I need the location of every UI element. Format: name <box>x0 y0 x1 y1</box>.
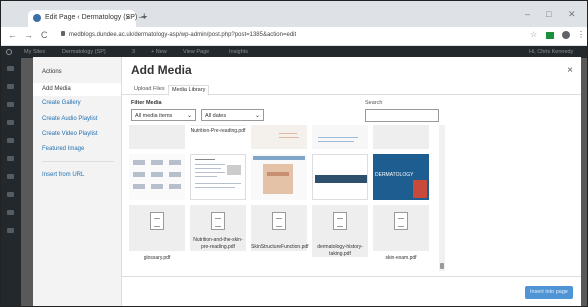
media-modal-sidebar: Actions Add Media Create Gallery Create … <box>33 57 122 306</box>
admin-my-sites[interactable]: My Sites <box>24 49 45 55</box>
menu-create-audio-playlist[interactable]: Create Audio Playlist <box>42 116 97 122</box>
chevron-down-icon: ⌄ <box>186 113 192 119</box>
attachment-thumb[interactable] <box>373 125 429 149</box>
browser-toolbar: ← → C medblogs.dundee.ac.uk/dermatology-… <box>1 27 587 46</box>
admin-site-name[interactable]: Dermatology (SP) <box>62 49 106 55</box>
menu-media-icon[interactable] <box>7 102 14 107</box>
menu-pages-icon[interactable] <box>7 120 14 125</box>
attachment-thumb[interactable] <box>129 154 185 200</box>
admin-view-page[interactable]: View Page <box>183 49 209 55</box>
attachment-filename: glossary.pdf <box>143 255 171 261</box>
browser-menu-icon[interactable]: ⋮ <box>577 30 585 39</box>
screen: Edit Page ‹ Dermatology (SP) — × + – □ ✕… <box>0 0 588 307</box>
admin-howdy[interactable]: Hi, Chris Kennedy <box>529 49 573 55</box>
media-type-filter[interactable]: All media items ⌄ <box>131 109 196 121</box>
media-search-input[interactable] <box>365 109 439 122</box>
menu-add-media[interactable]: Add Media <box>33 83 121 96</box>
extension-icon[interactable] <box>546 32 554 39</box>
menu-comments-icon[interactable] <box>7 138 14 143</box>
menu-create-gallery[interactable]: Create Gallery <box>42 100 81 106</box>
modal-title: Add Media <box>131 63 192 77</box>
attachment-pdf[interactable] <box>373 205 429 251</box>
tab-media-library[interactable]: Media Library <box>168 85 210 96</box>
reload-icon[interactable]: C <box>41 30 48 40</box>
menu-users-icon[interactable] <box>7 192 14 197</box>
menu-plugins-icon[interactable] <box>7 174 14 179</box>
menu-create-video-playlist[interactable]: Create Video Playlist <box>42 131 98 137</box>
menu-dashboard-icon[interactable] <box>7 66 14 71</box>
browser-tabbar: Edit Page ‹ Dermatology (SP) — × + – □ ✕ <box>1 1 587 27</box>
attachment-thumb[interactable] <box>312 154 368 200</box>
modal-close-icon[interactable]: × <box>567 65 573 76</box>
back-icon[interactable]: ← <box>8 30 17 40</box>
admin-new[interactable]: + New <box>151 49 167 55</box>
address-bar[interactable]: medblogs.dundee.ac.uk/dermatology-asp/wp… <box>61 31 296 38</box>
attachment-filename: dermatology-history-taking.pdf <box>312 244 368 257</box>
search-label: Search <box>365 100 383 106</box>
minimize-icon[interactable]: – <box>525 9 530 19</box>
bookmark-star-icon[interactable]: ☆ <box>530 30 537 39</box>
wp-admin-side-menu <box>1 58 21 306</box>
media-modal-toolbar: Insert into page <box>122 276 581 306</box>
media-type-value: All media items <box>135 113 173 119</box>
tab-upload-files[interactable]: Upload Files <box>131 85 168 96</box>
attachment-filename: Nutrition-and-the-skin-pre-reading.pdf <box>190 237 246 250</box>
window-close-icon[interactable]: ✕ <box>568 9 576 20</box>
lock-icon <box>61 31 65 36</box>
menu-appearance-icon[interactable] <box>7 156 14 161</box>
thumb-image <box>413 180 427 198</box>
actions-heading: Actions <box>42 69 62 75</box>
menu-posts-icon[interactable] <box>7 84 14 89</box>
browser-tab[interactable]: Edit Page ‹ Dermatology (SP) — × <box>28 10 146 27</box>
new-tab-button[interactable]: + <box>141 11 147 23</box>
attachment-thumb[interactable] <box>251 125 307 149</box>
menu-tools-icon[interactable] <box>7 210 14 215</box>
admin-comments[interactable]: 3 <box>132 49 135 55</box>
filter-media-label: Filter Media <box>131 100 162 106</box>
forward-icon[interactable]: → <box>24 30 33 40</box>
document-icon <box>394 212 408 230</box>
attachment-pdf[interactable]: Nutrition-Pre-reading.pdf <box>190 125 246 149</box>
insert-into-page-button[interactable]: Insert into page <box>525 286 573 299</box>
tab-close-icon[interactable]: × <box>125 13 130 22</box>
menu-featured-image[interactable]: Featured Image <box>42 146 84 152</box>
attachment-thumb[interactable] <box>129 125 185 149</box>
document-icon <box>150 212 164 230</box>
attachment-thumb[interactable] <box>190 154 246 200</box>
profile-avatar-icon[interactable] <box>562 31 570 39</box>
menu-insert-from-url[interactable]: Insert from URL <box>42 172 84 178</box>
attachment-pdf[interactable] <box>129 205 185 251</box>
attachment-thumb[interactable]: DERMATOLOGY <box>373 154 429 200</box>
attachments-scrollbar[interactable] <box>439 125 445 271</box>
attachment-filename: SkinStructureFunction.pdf <box>251 244 309 251</box>
url-text: medblogs.dundee.ac.uk/dermatology-asp/wp… <box>69 32 297 38</box>
attachment-filename: Nutrition-Pre-reading.pdf <box>190 126 246 149</box>
document-icon <box>333 212 347 230</box>
admin-insights[interactable]: Insights <box>229 49 248 55</box>
maximize-icon[interactable]: □ <box>546 9 551 19</box>
document-icon <box>211 212 225 230</box>
date-filter-value: All dates <box>205 113 227 119</box>
media-router-tabs: Upload Files Media Library <box>122 83 581 96</box>
scrollbar-thumb[interactable] <box>440 263 444 269</box>
attachment-thumb[interactable] <box>312 125 368 149</box>
attachment-filename: skin-exam.pdf <box>385 255 417 261</box>
attachments-grid: Nutrition-Pre-reading.pdf DERMATOLOGY gl… <box>129 125 439 271</box>
chevron-down-icon: ⌄ <box>254 113 260 119</box>
tab-title: Edit Page ‹ Dermatology (SP) — <box>45 14 147 21</box>
media-modal: Actions Add Media Create Gallery Create … <box>33 57 581 306</box>
wordpress-favicon-icon <box>33 14 41 22</box>
thumb-title-text: DERMATOLOGY <box>375 172 414 178</box>
sidebar-divider <box>42 161 114 162</box>
menu-settings-icon[interactable] <box>7 228 14 233</box>
document-icon <box>272 212 286 230</box>
attachment-thumb[interactable] <box>251 154 307 200</box>
date-filter[interactable]: All dates ⌄ <box>201 109 264 121</box>
wordpress-logo-icon[interactable] <box>6 49 12 55</box>
